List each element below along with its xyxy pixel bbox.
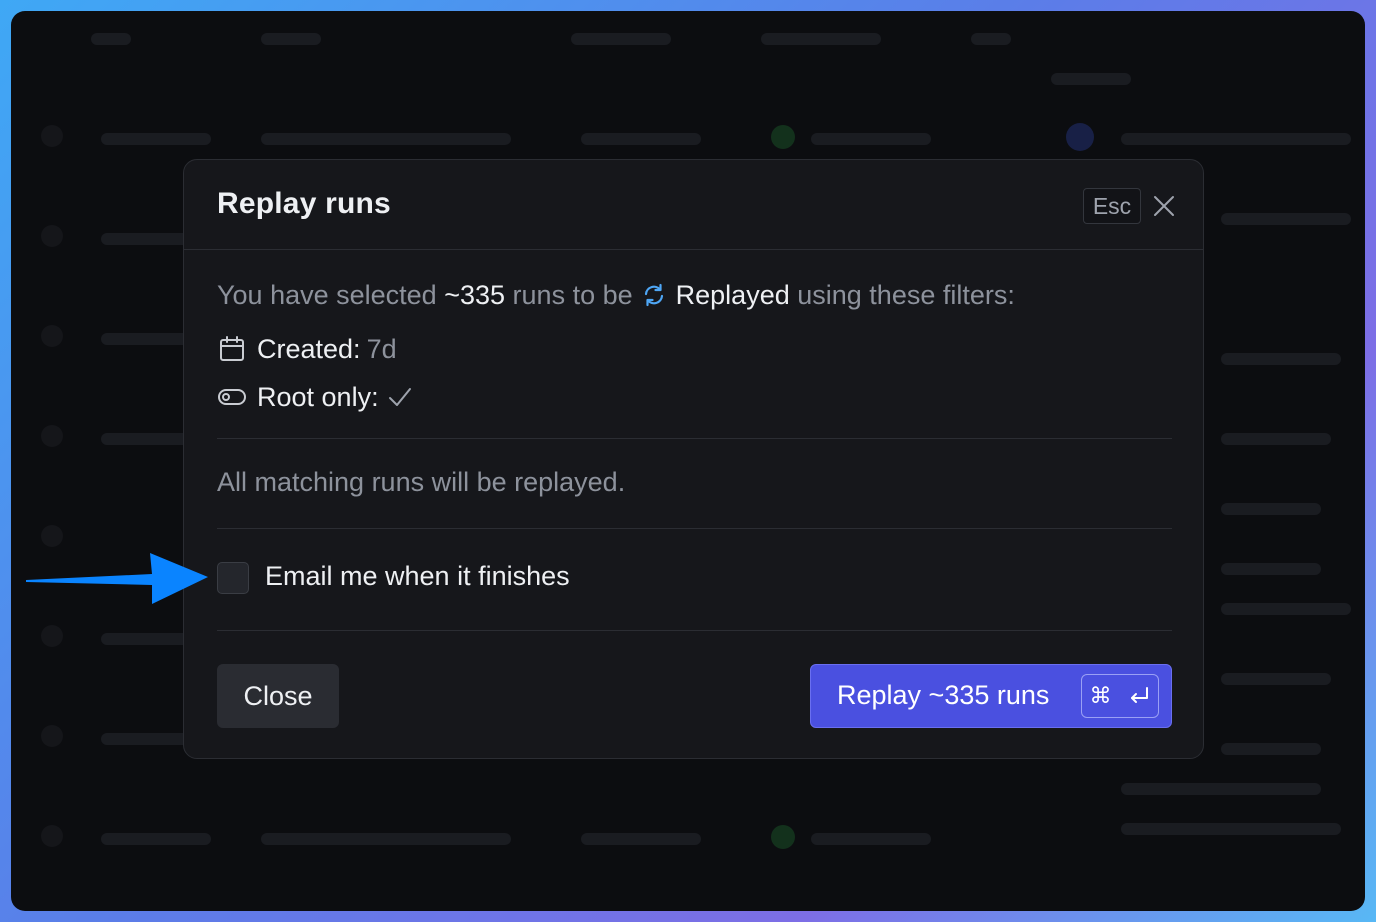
command-key-icon: ⌘ (1089, 683, 1112, 708)
filter-created-label: Created: (257, 333, 361, 364)
filter-root-only-label: Root only: (257, 381, 379, 412)
filter-root-only: Root only: (217, 380, 413, 414)
filter-created-value: 7d (366, 333, 397, 364)
divider (217, 528, 1172, 529)
replay-action-label: Replayed (675, 280, 790, 310)
keyboard-shortcut-badge: ⌘ (1081, 674, 1159, 718)
selection-summary: You have selected ~335 runs to be Replay… (217, 280, 1015, 314)
toggle-icon (217, 382, 247, 412)
replay-runs-button[interactable]: Replay ~335 runs ⌘ (810, 664, 1172, 728)
filter-created: Created: 7d (217, 332, 397, 366)
email-checkbox-label[interactable]: Email me when it finishes (265, 561, 570, 592)
replay-button-label: Replay ~335 runs (837, 680, 1050, 710)
divider (217, 438, 1172, 439)
close-button[interactable]: Close (217, 664, 339, 728)
checkmark-icon (387, 384, 413, 410)
replay-runs-dialog: Replay runs Esc You have selected ~335 r… (183, 159, 1204, 759)
run-count: ~335 (444, 280, 506, 310)
close-icon[interactable] (1152, 194, 1176, 218)
replay-note: All matching runs will be replayed. (217, 467, 626, 497)
esc-shortcut-badge: Esc (1083, 188, 1141, 224)
summary-middle: runs to be (512, 280, 633, 310)
dialog-title: Replay runs (217, 187, 391, 220)
dialog-header: Replay runs Esc (184, 160, 1203, 250)
enter-key-icon (1127, 685, 1151, 707)
calendar-icon (217, 334, 247, 364)
email-checkbox[interactable] (217, 562, 249, 594)
summary-suffix: using these filters: (797, 280, 1015, 310)
app-window: Replay runs Esc You have selected ~335 r… (11, 11, 1365, 911)
summary-prefix: You have selected (217, 280, 437, 310)
replay-icon (642, 283, 666, 314)
annotation-arrow-icon (26, 553, 208, 604)
divider (217, 630, 1172, 631)
